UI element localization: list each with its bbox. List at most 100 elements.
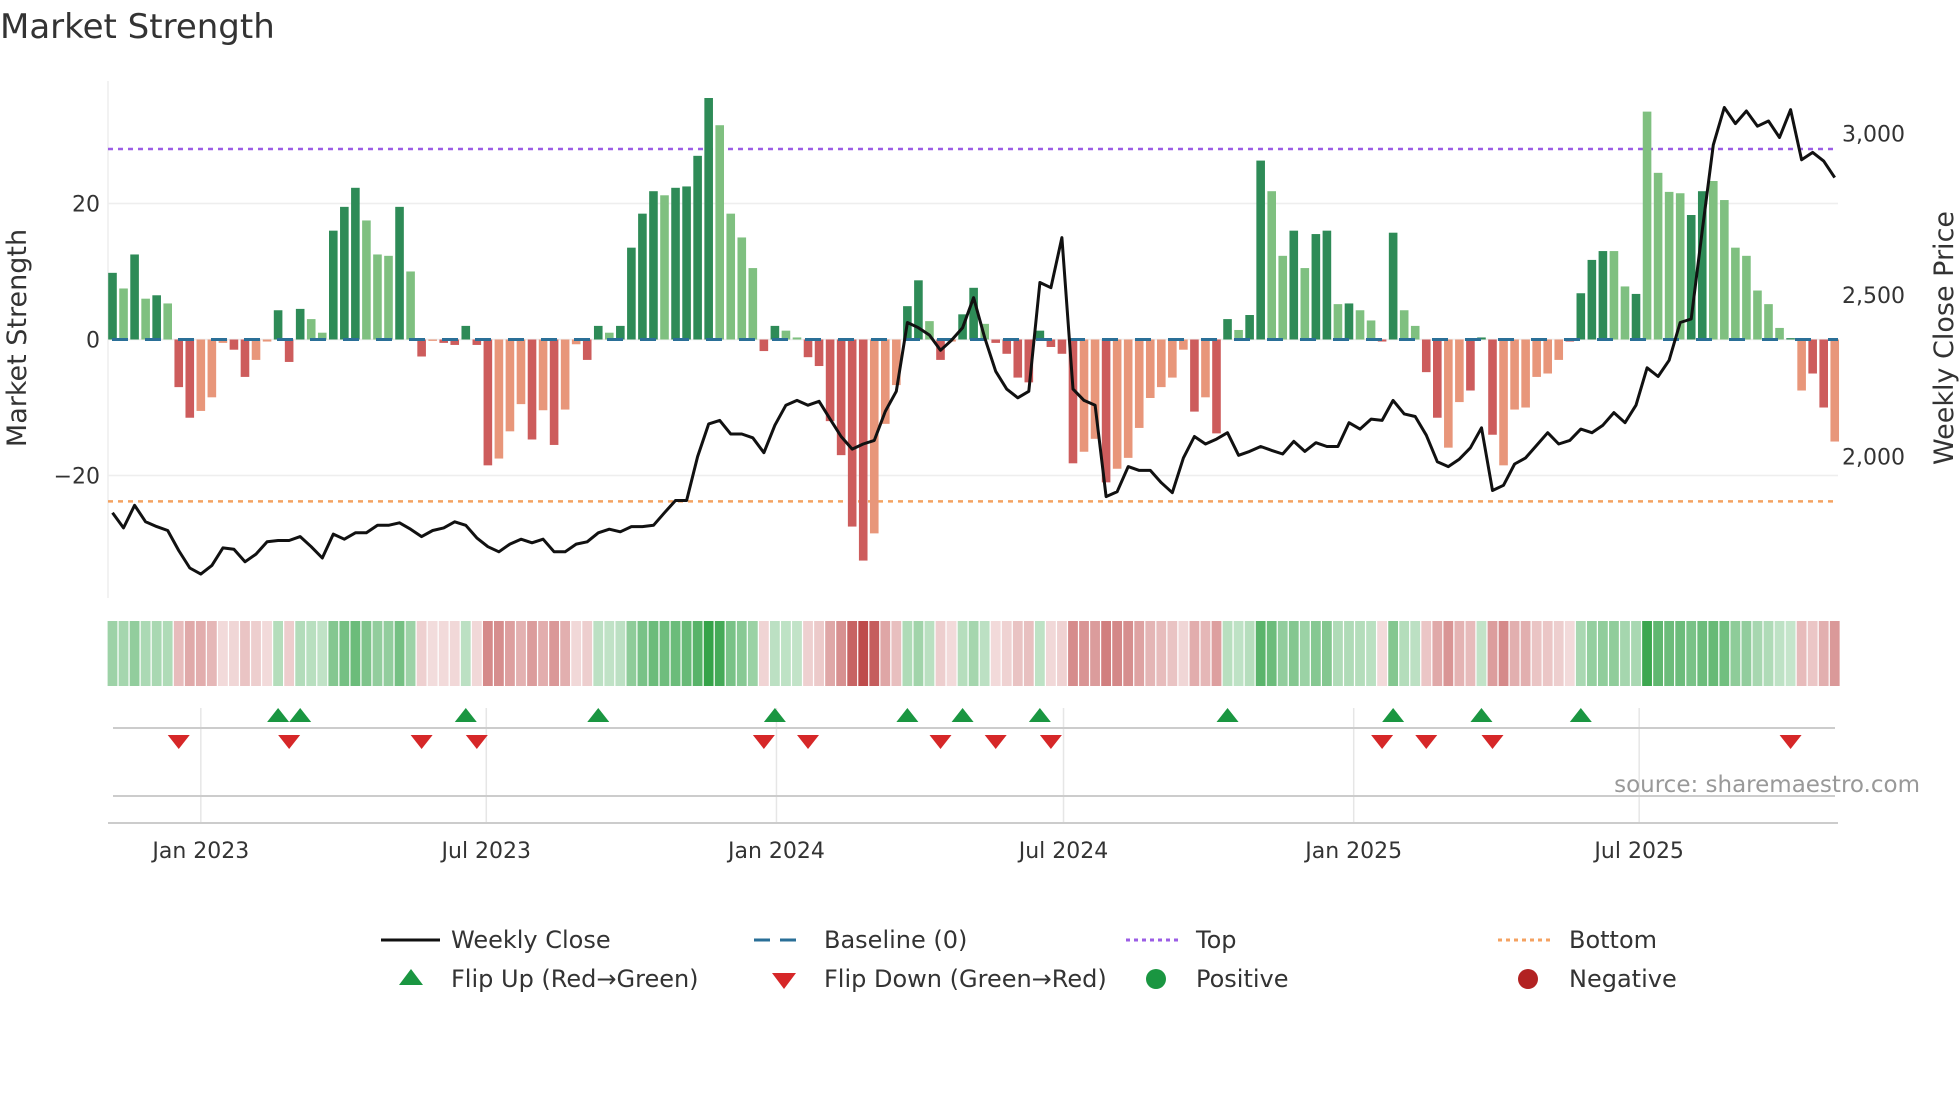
heat-cell — [1642, 621, 1652, 686]
strength-bar-negative — [1819, 339, 1828, 408]
xtick-label: Jul 2023 — [440, 839, 532, 864]
strength-bar-positive — [1223, 319, 1232, 340]
legend-label: Baseline (0) — [824, 926, 967, 954]
heat-cell — [979, 621, 990, 686]
heat-cell — [350, 621, 361, 686]
heat-cell — [1012, 621, 1023, 686]
heat-cell — [703, 621, 714, 686]
heat-cell — [129, 621, 140, 686]
heat-cell — [1079, 621, 1089, 686]
strength-bar-positive — [108, 272, 117, 340]
heat-cell — [770, 621, 780, 686]
legend-item-flip-up: Flip Up (Red→Green) — [399, 965, 699, 993]
heat-cell — [1222, 621, 1233, 686]
heat-cell — [1123, 621, 1134, 686]
flip-up-marker — [1216, 708, 1239, 722]
legend-label: Weekly Close — [451, 926, 611, 954]
heat-cell — [328, 621, 339, 686]
heat-cell — [968, 621, 979, 686]
heat-cell — [549, 621, 559, 686]
flip-down-marker — [167, 735, 190, 749]
heat-cell — [560, 621, 571, 686]
strength-bar-positive — [1388, 232, 1398, 340]
strength-bar-positive — [1289, 230, 1299, 340]
strength-bar-positive — [1653, 172, 1663, 340]
heat-cell — [107, 621, 118, 686]
heat-cell — [1344, 621, 1354, 686]
heat-cell — [438, 621, 449, 686]
xtick-label: Jan 2023 — [150, 839, 249, 864]
heat-cell — [1575, 621, 1586, 686]
heat-cell — [571, 621, 582, 686]
strength-bar-negative — [207, 339, 217, 398]
strength-bar-positive — [649, 191, 658, 340]
heat-cell — [262, 621, 272, 686]
heat-cell — [173, 621, 184, 686]
heat-cell — [1156, 621, 1167, 686]
heat-cell — [1399, 621, 1410, 686]
strength-bar-positive — [1410, 325, 1420, 340]
heat-cell — [505, 621, 515, 686]
flip-up-marker — [1382, 708, 1405, 722]
strength-bars — [108, 98, 1840, 561]
heat-cell — [1752, 621, 1763, 686]
legend-label: Bottom — [1569, 926, 1657, 954]
flip-up-marker — [289, 708, 312, 722]
strength-bar-positive — [351, 187, 360, 340]
heat-cell — [935, 621, 946, 686]
heat-cell — [792, 621, 802, 686]
heat-cell — [593, 621, 604, 686]
heat-cell — [1609, 621, 1619, 686]
circle-icon — [1146, 969, 1166, 989]
heat-cell — [670, 621, 681, 686]
strength-bar-negative — [1521, 339, 1530, 408]
y2tick-label: 3,000 — [1842, 123, 1905, 148]
strength-bar-positive — [384, 255, 393, 340]
flip-down-marker — [1481, 735, 1504, 749]
circle-icon — [1518, 969, 1538, 989]
strength-bar-positive — [130, 254, 139, 340]
strength-bar-positive — [792, 337, 802, 340]
heat-cell — [582, 621, 593, 686]
heat-cell — [714, 621, 725, 686]
y2-axis-label: Weekly Close Price — [1929, 211, 1960, 465]
strength-bar-positive — [737, 237, 747, 340]
heat-cell — [626, 621, 637, 686]
strength-bar-positive — [1631, 293, 1641, 340]
strength-bar-positive — [1256, 160, 1265, 340]
strength-bar-negative — [1433, 339, 1442, 418]
strength-heat-strip — [107, 621, 1840, 686]
strength-bar-negative — [1808, 339, 1817, 374]
flip-down-marker — [465, 735, 488, 749]
heat-cell — [1034, 621, 1045, 686]
strength-bar-positive — [1333, 304, 1343, 340]
heat-cell — [758, 621, 769, 686]
strength-bar-positive — [704, 98, 713, 340]
heat-cell — [1598, 621, 1608, 686]
strength-bar-positive — [671, 187, 680, 340]
heat-cell — [1476, 621, 1487, 686]
heat-cell — [1432, 621, 1443, 686]
strength-bar-positive — [1344, 303, 1354, 340]
strength-bar-positive — [141, 298, 150, 340]
strength-bar-negative — [1190, 339, 1199, 412]
heat-cell — [946, 621, 957, 686]
strength-bar-positive — [1709, 180, 1718, 340]
legend-label: Negative — [1569, 965, 1677, 993]
strength-bar-negative — [417, 339, 426, 357]
strength-bar-negative — [1013, 339, 1023, 378]
heat-cell — [471, 621, 482, 686]
strength-bar-negative — [991, 339, 1000, 343]
strength-bar-negative — [549, 339, 559, 445]
strength-bar-negative — [284, 339, 294, 362]
strength-bar-positive — [362, 220, 371, 340]
heat-cell — [1487, 621, 1498, 686]
flip-up-marker — [267, 708, 290, 722]
heat-cell — [1785, 621, 1796, 686]
heat-cell — [1410, 621, 1421, 686]
heat-cell — [1829, 621, 1840, 686]
heat-cell — [648, 621, 659, 686]
heat-cell — [449, 621, 460, 686]
strength-bar-negative — [1134, 339, 1144, 428]
strength-bar-negative — [505, 339, 515, 432]
